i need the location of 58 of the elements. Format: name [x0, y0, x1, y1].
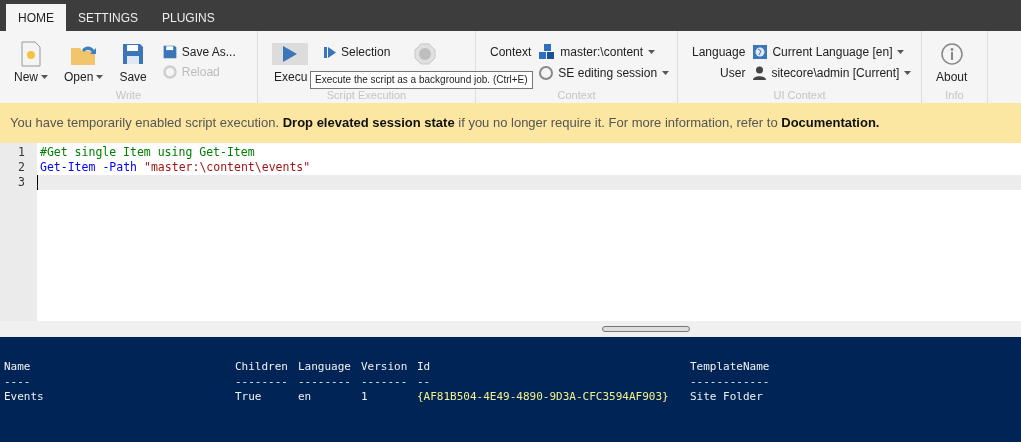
ribbon-tab[interactable]: SETTINGS: [66, 4, 150, 31]
play-selection-icon: [324, 45, 336, 59]
column-header: Id: [417, 359, 432, 374]
line-number: 3: [17, 175, 26, 190]
dropdown[interactable]: SE editing session: [539, 64, 670, 82]
info-icon: [940, 43, 963, 65]
column-header: TemplateName: [690, 359, 771, 374]
play-icon: [282, 45, 298, 63]
ribbon-tab[interactable]: PLUGINS: [150, 4, 227, 31]
table-cell-text: 1: [361, 389, 369, 404]
caret-icon: [904, 71, 912, 75]
caret-icon: [662, 71, 670, 75]
caret-icon: [648, 50, 656, 54]
new-document-icon: [20, 41, 42, 67]
ribbon-button[interactable]: Selection: [324, 43, 391, 61]
column-header: Language: [298, 359, 352, 374]
table-cell-text: True: [235, 389, 263, 404]
ribbon-button[interactable]: Open: [64, 43, 104, 86]
field-label: Language: [692, 44, 746, 61]
database-cubes-icon: [539, 44, 556, 60]
caret-icon: [897, 50, 905, 54]
line-number: 1: [17, 145, 26, 160]
header-rule: --------: [235, 374, 289, 389]
tooltip: Execute the script as a background job. (Ctrl+E): [310, 71, 533, 89]
column-header: Children: [235, 359, 289, 374]
table-cell-text: en: [298, 389, 313, 404]
line-number: 2: [17, 160, 26, 175]
dropdown[interactable]: sitecore\admin [Current]: [753, 64, 912, 82]
globe-icon: [753, 45, 768, 59]
splitter-handle[interactable]: [601, 326, 690, 332]
code-token: Get-Item: [40, 160, 96, 175]
dropdown[interactable]: master:\content: [539, 43, 670, 61]
field-label: User: [719, 65, 746, 82]
table-cell-text: Site Folder: [690, 389, 764, 404]
ribbon-tab[interactable]: HOME: [6, 4, 66, 31]
caret-icon: [96, 75, 104, 79]
header-rule: ----: [4, 374, 32, 389]
column-header: Version: [361, 359, 409, 374]
table-cell-text: Events: [4, 389, 45, 404]
header-rule: ------------: [690, 374, 771, 389]
field-label: Context: [490, 44, 532, 61]
header-rule: -------: [361, 374, 409, 389]
dropdown[interactable]: Current Language [en]: [753, 43, 912, 61]
ribbon-button[interactable]: About: [936, 43, 968, 86]
warning-message: You have temporarily enabled script execution. Drop elevated session state if you no longer require it. For more information, refer to Documentation.: [10, 114, 880, 133]
table-cell-text: {AF81B504-4E49-4890-9D3A-CFC3594AF903}: [417, 389, 670, 404]
ribbon-button[interactable]: Save: [119, 43, 147, 86]
column-header: Name: [4, 359, 32, 374]
ribbon-button[interactable]: Save As...: [162, 43, 236, 61]
code-token: -Path: [102, 160, 137, 175]
ribbon-button[interactable]: New: [14, 43, 48, 86]
stop-icon: [414, 43, 437, 65]
header-rule: --: [417, 374, 432, 389]
code-token: "master:\content\events": [144, 160, 311, 175]
user-icon: [753, 66, 767, 80]
caret-icon: [41, 75, 48, 79]
header-rule: --------: [298, 374, 352, 389]
code-token: #Get single Item using Get-Item: [40, 145, 255, 160]
